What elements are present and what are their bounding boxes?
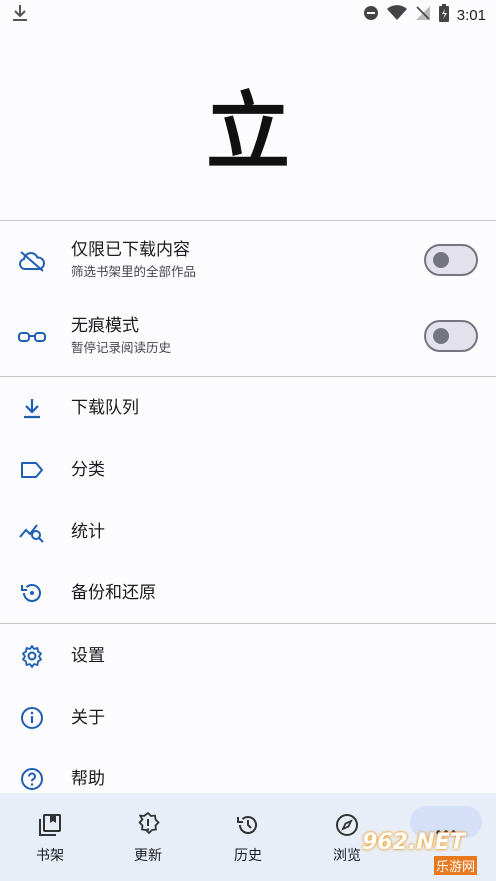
nav-library-label: 书架 xyxy=(36,848,64,864)
battery-icon xyxy=(438,4,449,26)
settings-backup-restore-icon xyxy=(18,579,46,607)
menu-stats[interactable]: 统计 xyxy=(0,502,496,562)
info-icon xyxy=(18,704,46,732)
menu-stats-label: 统计 xyxy=(71,522,105,542)
downloaded-only-row[interactable]: 仅限已下载内容 筛选书架里的全部作品 xyxy=(0,228,496,294)
label-icon xyxy=(18,456,46,484)
download-queue-icon xyxy=(18,394,46,422)
explore-icon xyxy=(333,811,361,839)
wifi-icon xyxy=(386,5,407,25)
incognito-subtitle: 暂停记录阅读历史 xyxy=(71,340,172,355)
menu-help-label: 帮助 xyxy=(71,769,105,789)
incognito-title: 无痕模式 xyxy=(71,316,139,336)
menu-about[interactable]: 关于 xyxy=(0,688,496,748)
downloaded-only-title: 仅限已下载内容 xyxy=(71,240,190,260)
history-icon xyxy=(234,811,262,839)
library-icon xyxy=(36,811,64,839)
new-releases-icon xyxy=(134,811,162,839)
menu-backup-restore[interactable]: 备份和还原 xyxy=(0,563,496,623)
status-bar: 3:01 xyxy=(0,0,496,30)
downloaded-only-switch[interactable] xyxy=(424,244,478,276)
nav-history-label: 历史 xyxy=(234,848,262,864)
divider xyxy=(0,220,496,221)
menu-download-queue[interactable]: 下载队列 xyxy=(0,378,496,438)
incognito-switch[interactable] xyxy=(424,320,478,352)
cloud-off-icon xyxy=(18,247,46,275)
watermark-subtext: 乐游网 xyxy=(434,856,478,875)
glasses-icon xyxy=(18,323,46,351)
menu-backup-restore-label: 备份和还原 xyxy=(71,583,156,603)
divider xyxy=(0,376,496,377)
menu-settings[interactable]: 设置 xyxy=(0,626,496,686)
incognito-row[interactable]: 无痕模式 暂停记录阅读历史 xyxy=(0,304,496,370)
divider xyxy=(0,623,496,624)
help-icon xyxy=(18,765,46,793)
menu-help[interactable]: 帮助 xyxy=(0,749,496,793)
downloaded-only-subtitle: 筛选书架里的全部作品 xyxy=(71,264,197,279)
do-not-disturb-icon xyxy=(363,5,379,25)
status-time: 3:01 xyxy=(456,6,486,24)
nav-history[interactable]: 历史 xyxy=(208,793,288,881)
menu-settings-label: 设置 xyxy=(71,646,105,666)
app-logo-area: 立 xyxy=(0,30,496,220)
no-signal-icon xyxy=(415,5,431,25)
watermark-text: 962.NET xyxy=(362,830,465,855)
nav-updates[interactable]: 更新 xyxy=(108,793,188,881)
menu-about-label: 关于 xyxy=(71,708,105,728)
app-logo: 立 xyxy=(205,82,290,181)
nav-updates-label: 更新 xyxy=(134,848,162,864)
menu-categories-label: 分类 xyxy=(71,460,105,480)
site-watermark: 962.NET 乐游网 xyxy=(360,826,490,876)
nav-library[interactable]: 书架 xyxy=(10,793,90,881)
menu-categories[interactable]: 分类 xyxy=(0,440,496,500)
menu-download-queue-label: 下载队列 xyxy=(71,398,139,418)
download-icon xyxy=(12,4,28,26)
query-stats-icon xyxy=(18,518,46,546)
gear-icon xyxy=(18,642,46,670)
